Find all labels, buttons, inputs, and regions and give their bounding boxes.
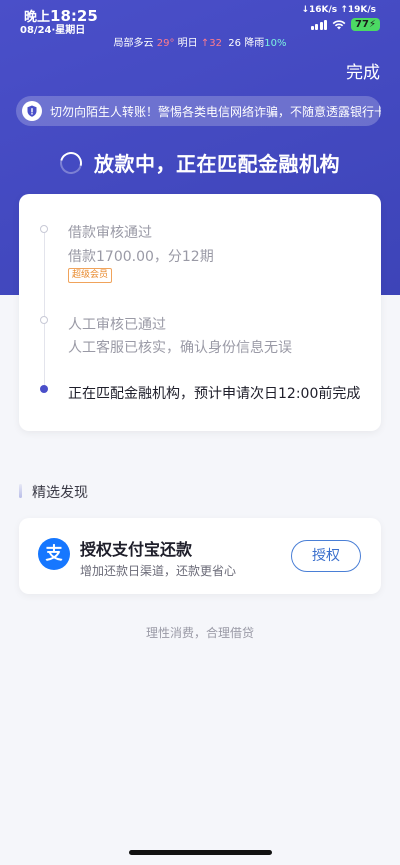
net-up: ↑19K/s — [340, 5, 376, 15]
weather-today-temp: 29° — [156, 38, 175, 49]
step1-title: 借款审核通过 — [68, 225, 152, 241]
wifi-icon — [332, 20, 346, 30]
net-down: ↓16K/s — [301, 5, 338, 15]
network-speed: ↓16K/s ↑19K/s — [301, 5, 376, 15]
signal-icon — [310, 19, 328, 30]
step3-title: 正在匹配金融机构，预计申请次日12:00前完成 — [68, 386, 361, 402]
progress-card: 借款审核通过 借款1700.00，分12期 超级会员 人工审核已通过 人工客服已… — [19, 194, 381, 431]
weather-strip: 局部多云 29° 明日 ↑32 26 降雨10% — [0, 34, 400, 49]
status-icons: 77⚡ — [310, 18, 380, 31]
fraud-notice-banner: 切勿向陌生人转账！警惕各类电信网络诈骗，不随意透露银行卡信息 — [16, 96, 381, 126]
auth-card-subtitle: 增加还款日渠道，还款更省心 — [80, 564, 237, 578]
weather-rain-label: 降雨 — [244, 38, 265, 49]
loan-status: 放款中，正在匹配金融机构 — [0, 147, 400, 178]
battery-level: 77 — [355, 19, 369, 30]
loading-spinner-icon — [55, 147, 87, 178]
footer-note: 理性消费，合理借贷 — [145, 626, 254, 640]
timeline-dot-current — [40, 385, 48, 393]
super-member-badge: 超级会员 — [68, 268, 113, 283]
section-marker — [19, 484, 22, 498]
shield-icon — [22, 101, 42, 121]
weather-low-temp: 26 — [228, 38, 242, 49]
step2-title: 人工审核已通过 — [68, 317, 166, 333]
weather-tomorrow-temp: ↑32 — [200, 38, 222, 49]
done-button[interactable]: 完成 — [346, 58, 380, 83]
loan-status-text: 放款中，正在匹配金融机构 — [94, 152, 340, 176]
notice-text: 切勿向陌生人转账！警惕各类电信网络诈骗，不随意透露银行卡信息 — [50, 104, 381, 119]
auth-card-title: 授权支付宝还款 — [80, 540, 193, 559]
alipay-auth-card[interactable]: 支 授权支付宝还款 增加还款日渠道，还款更省心 授权 — [19, 518, 381, 594]
section-title: 精选发现 — [32, 485, 88, 501]
weather-today: 局部多云 — [113, 38, 154, 49]
weather-tomorrow-label: 明日 — [177, 38, 198, 49]
weather-rain-prob: 10% — [264, 38, 287, 49]
step2-detail: 人工客服已核实，确认身份信息无误 — [68, 340, 292, 356]
battery-icon: 77⚡ — [351, 18, 380, 31]
authorize-button[interactable]: 授权 — [291, 540, 361, 572]
timeline-dot-step1 — [40, 225, 48, 233]
home-indicator[interactable] — [129, 850, 272, 855]
step1-detail: 借款1700.00，分12期 — [68, 249, 214, 265]
timeline-line — [44, 228, 45, 386]
alipay-icon: 支 — [38, 538, 70, 570]
timeline-dot-step2 — [40, 316, 48, 324]
